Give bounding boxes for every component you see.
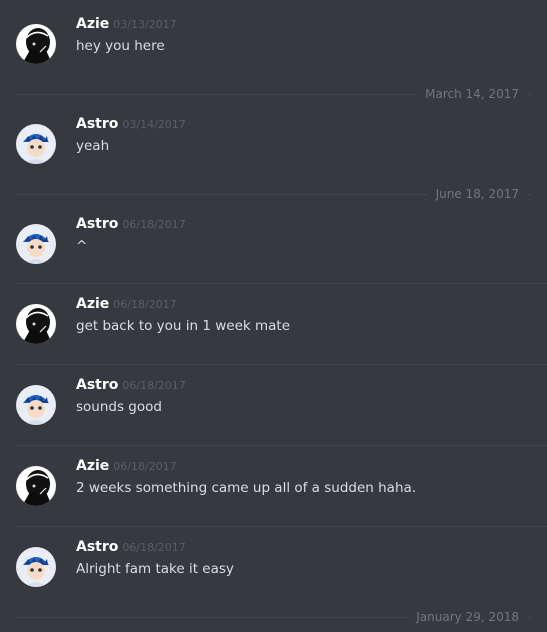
chat-messages: Azie 03/13/2017 hey you here March 14, 20… bbox=[0, 0, 547, 632]
message-text: Alright fam take it easy bbox=[76, 561, 234, 577]
message-author[interactable]: Astro 03/14/2017 bbox=[76, 116, 186, 132]
astro-avatar[interactable] bbox=[16, 547, 56, 587]
message-text: ^ bbox=[76, 238, 88, 254]
message-timestamp: 06/18/2017 bbox=[113, 298, 177, 311]
message-text: 2 weeks something came up all of a sudde… bbox=[76, 480, 417, 496]
message-author[interactable]: Azie 06/18/2017 bbox=[76, 296, 177, 312]
message-text: yeah bbox=[76, 138, 110, 154]
azie-avatar[interactable] bbox=[16, 466, 56, 506]
message-text: sounds good bbox=[76, 399, 162, 415]
message-timestamp: 03/13/2017 bbox=[113, 18, 177, 31]
message-timestamp: 06/18/2017 bbox=[113, 460, 177, 473]
message-timestamp: 06/18/2017 bbox=[122, 379, 186, 392]
date-divider: January 29, 2018 bbox=[16, 609, 547, 625]
astro-avatar[interactable] bbox=[16, 385, 56, 425]
astro-avatar[interactable] bbox=[16, 124, 56, 164]
date-divider: June 18, 2017 bbox=[16, 186, 547, 202]
message-timestamp: 06/18/2017 bbox=[122, 541, 186, 554]
date-divider-label: January 29, 2018 bbox=[408, 609, 527, 625]
message-text: get back to you in 1 week mate bbox=[76, 318, 291, 334]
message-timestamp: 06/18/2017 bbox=[122, 218, 186, 231]
azie-avatar[interactable] bbox=[16, 24, 56, 64]
message-separator bbox=[16, 283, 547, 284]
message-text: hey you here bbox=[76, 38, 165, 54]
date-divider-label: March 14, 2017 bbox=[417, 86, 527, 102]
message-author[interactable]: Astro 06/18/2017 bbox=[76, 216, 186, 232]
azie-avatar[interactable] bbox=[16, 304, 56, 344]
message-author[interactable]: Astro 06/18/2017 bbox=[76, 377, 186, 393]
astro-avatar[interactable] bbox=[16, 224, 56, 264]
date-divider: March 14, 2017 bbox=[16, 86, 547, 102]
date-divider-label: June 18, 2017 bbox=[427, 186, 527, 202]
message-timestamp: 03/14/2017 bbox=[122, 118, 186, 131]
message-author[interactable]: Azie 03/13/2017 bbox=[76, 16, 177, 32]
message-separator bbox=[16, 445, 547, 446]
message-separator bbox=[16, 364, 547, 365]
message-author[interactable]: Astro 06/18/2017 bbox=[76, 539, 186, 555]
message-separator bbox=[16, 526, 547, 527]
message-author[interactable]: Azie 06/18/2017 bbox=[76, 458, 177, 474]
